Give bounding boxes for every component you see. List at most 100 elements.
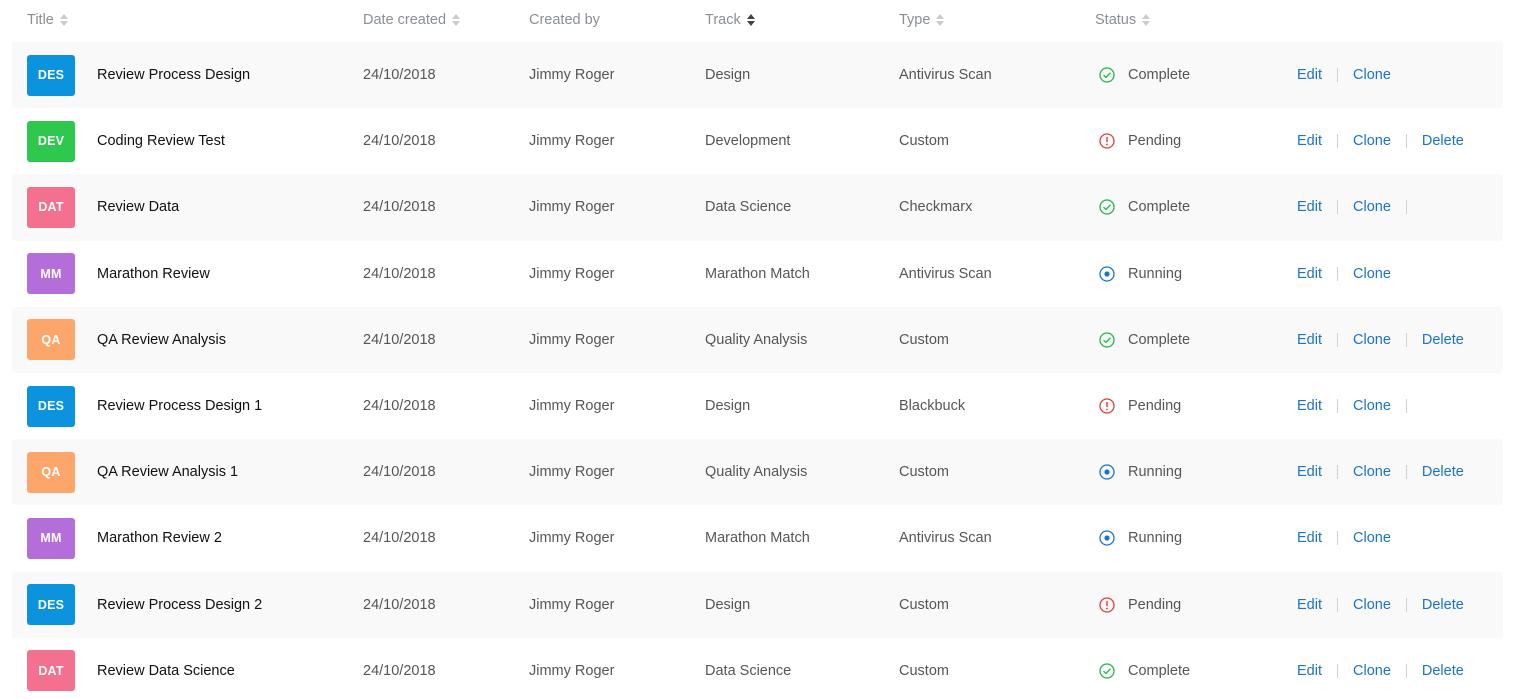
edit-link[interactable]: Edit bbox=[1297, 597, 1322, 613]
date-created: 24/10/2018 bbox=[363, 199, 436, 216]
delete-link[interactable]: Delete bbox=[1422, 597, 1464, 613]
status-label: Complete bbox=[1128, 662, 1191, 679]
sort-icon[interactable] bbox=[746, 14, 755, 26]
date-created: 24/10/2018 bbox=[363, 464, 436, 481]
status: Running bbox=[1099, 505, 1182, 571]
status-label: Complete bbox=[1128, 199, 1191, 216]
clone-link[interactable]: Clone bbox=[1353, 332, 1391, 348]
date-created: 24/10/2018 bbox=[363, 530, 436, 547]
check-circle-icon bbox=[1099, 67, 1115, 83]
row-actions: Edit Clone Delete bbox=[1297, 638, 1464, 699]
edit-link[interactable]: Edit bbox=[1297, 266, 1322, 282]
track-badge-cell: QA bbox=[27, 307, 75, 373]
review-title: Marathon Review bbox=[97, 265, 210, 282]
action-separator bbox=[1337, 663, 1338, 678]
track-badge-cell: DAT bbox=[27, 174, 75, 240]
column-header-created-by: Created by bbox=[529, 12, 600, 28]
date-created: 24/10/2018 bbox=[363, 662, 436, 679]
review-title: Coding Review Test bbox=[97, 133, 225, 150]
created-by: Jimmy Roger bbox=[529, 133, 615, 150]
column-header-track[interactable]: Track bbox=[705, 12, 755, 28]
action-separator bbox=[1337, 531, 1338, 546]
track: Marathon Match bbox=[705, 265, 810, 282]
action-separator bbox=[1337, 200, 1338, 215]
delete-link[interactable]: Delete bbox=[1422, 464, 1464, 480]
edit-link[interactable]: Edit bbox=[1297, 67, 1322, 83]
action-separator bbox=[1405, 200, 1407, 215]
action-separator bbox=[1337, 399, 1338, 414]
sort-icon[interactable] bbox=[1142, 14, 1151, 26]
sort-icon[interactable] bbox=[59, 14, 68, 26]
clone-link[interactable]: Clone bbox=[1353, 597, 1391, 613]
clone-link[interactable]: Clone bbox=[1353, 266, 1391, 282]
created-by: Jimmy Roger bbox=[529, 331, 615, 348]
clone-link[interactable]: Clone bbox=[1353, 67, 1391, 83]
column-header-type[interactable]: Type bbox=[899, 12, 945, 28]
status: Running bbox=[1099, 241, 1182, 307]
clone-link[interactable]: Clone bbox=[1353, 464, 1391, 480]
action-separator bbox=[1405, 134, 1407, 149]
type: Custom bbox=[899, 662, 949, 679]
clone-link[interactable]: Clone bbox=[1353, 530, 1391, 546]
track-badge: QA bbox=[27, 451, 75, 493]
status: Complete bbox=[1099, 174, 1190, 240]
date-created: 24/10/2018 bbox=[363, 596, 436, 613]
table-row: MM Marathon Review 24/10/2018 Jimmy Roge… bbox=[12, 241, 1503, 307]
table-row: QA QA Review Analysis 24/10/2018 Jimmy R… bbox=[12, 306, 1503, 373]
status-label: Pending bbox=[1128, 596, 1182, 613]
column-header-title[interactable]: Title bbox=[27, 12, 68, 28]
review-title: Review Data Science bbox=[97, 662, 235, 679]
delete-link[interactable]: Delete bbox=[1422, 663, 1464, 679]
edit-link[interactable]: Edit bbox=[1297, 199, 1322, 215]
track-badge: DES bbox=[27, 584, 75, 626]
review-title: QA Review Analysis bbox=[97, 331, 226, 348]
date-created: 24/10/2018 bbox=[363, 265, 436, 282]
edit-link[interactable]: Edit bbox=[1297, 663, 1322, 679]
track: Marathon Match bbox=[705, 530, 810, 547]
row-actions: Edit Clone Delete bbox=[1297, 439, 1464, 505]
table-row: DAT Review Data 24/10/2018 Jimmy Roger D… bbox=[12, 174, 1503, 241]
edit-link[interactable]: Edit bbox=[1297, 398, 1322, 414]
action-separator bbox=[1405, 465, 1407, 480]
track-badge-cell: MM bbox=[27, 241, 75, 307]
edit-link[interactable]: Edit bbox=[1297, 530, 1322, 546]
created-by: Jimmy Roger bbox=[529, 596, 615, 613]
action-separator bbox=[1337, 597, 1338, 612]
sort-icon[interactable] bbox=[936, 14, 945, 26]
edit-link[interactable]: Edit bbox=[1297, 332, 1322, 348]
sort-icon[interactable] bbox=[452, 14, 461, 26]
type: Blackbuck bbox=[899, 398, 966, 415]
track-badge: QA bbox=[27, 319, 75, 361]
created-by: Jimmy Roger bbox=[529, 398, 615, 415]
clone-link[interactable]: Clone bbox=[1353, 663, 1391, 679]
edit-link[interactable]: Edit bbox=[1297, 464, 1322, 480]
track: Quality Analysis bbox=[705, 464, 808, 481]
status: Pending bbox=[1099, 572, 1181, 638]
radio-dot-icon bbox=[1099, 464, 1115, 480]
column-header-date-created[interactable]: Date created bbox=[363, 12, 461, 28]
delete-link[interactable]: Delete bbox=[1422, 332, 1464, 348]
status-label: Running bbox=[1128, 464, 1183, 481]
table-row: DAT Review Data Science 24/10/2018 Jimmy… bbox=[12, 638, 1503, 699]
created-by: Jimmy Roger bbox=[529, 199, 615, 216]
action-separator bbox=[1405, 597, 1407, 612]
action-separator bbox=[1337, 465, 1338, 480]
delete-link[interactable]: Delete bbox=[1422, 133, 1464, 149]
track-badge-cell: DES bbox=[27, 42, 75, 108]
column-header-status[interactable]: Status bbox=[1095, 12, 1151, 28]
row-actions: Edit Clone Delete bbox=[1297, 108, 1464, 174]
clone-link[interactable]: Clone bbox=[1353, 199, 1391, 215]
created-by: Jimmy Roger bbox=[529, 662, 615, 679]
check-circle-icon bbox=[1099, 332, 1115, 348]
track-badge-cell: QA bbox=[27, 439, 75, 505]
review-title: Review Process Design bbox=[97, 67, 251, 84]
edit-link[interactable]: Edit bbox=[1297, 133, 1322, 149]
track-badge-cell: DES bbox=[27, 373, 75, 439]
table-row: DEV Coding Review Test 24/10/2018 Jimmy … bbox=[12, 108, 1503, 174]
review-title: Marathon Review 2 bbox=[97, 530, 222, 547]
table-body: DES Review Process Design 24/10/2018 Jim… bbox=[12, 42, 1503, 699]
track: Design bbox=[705, 67, 751, 84]
clone-link[interactable]: Clone bbox=[1353, 133, 1391, 149]
alert-circle-icon bbox=[1099, 596, 1115, 613]
clone-link[interactable]: Clone bbox=[1353, 398, 1391, 414]
